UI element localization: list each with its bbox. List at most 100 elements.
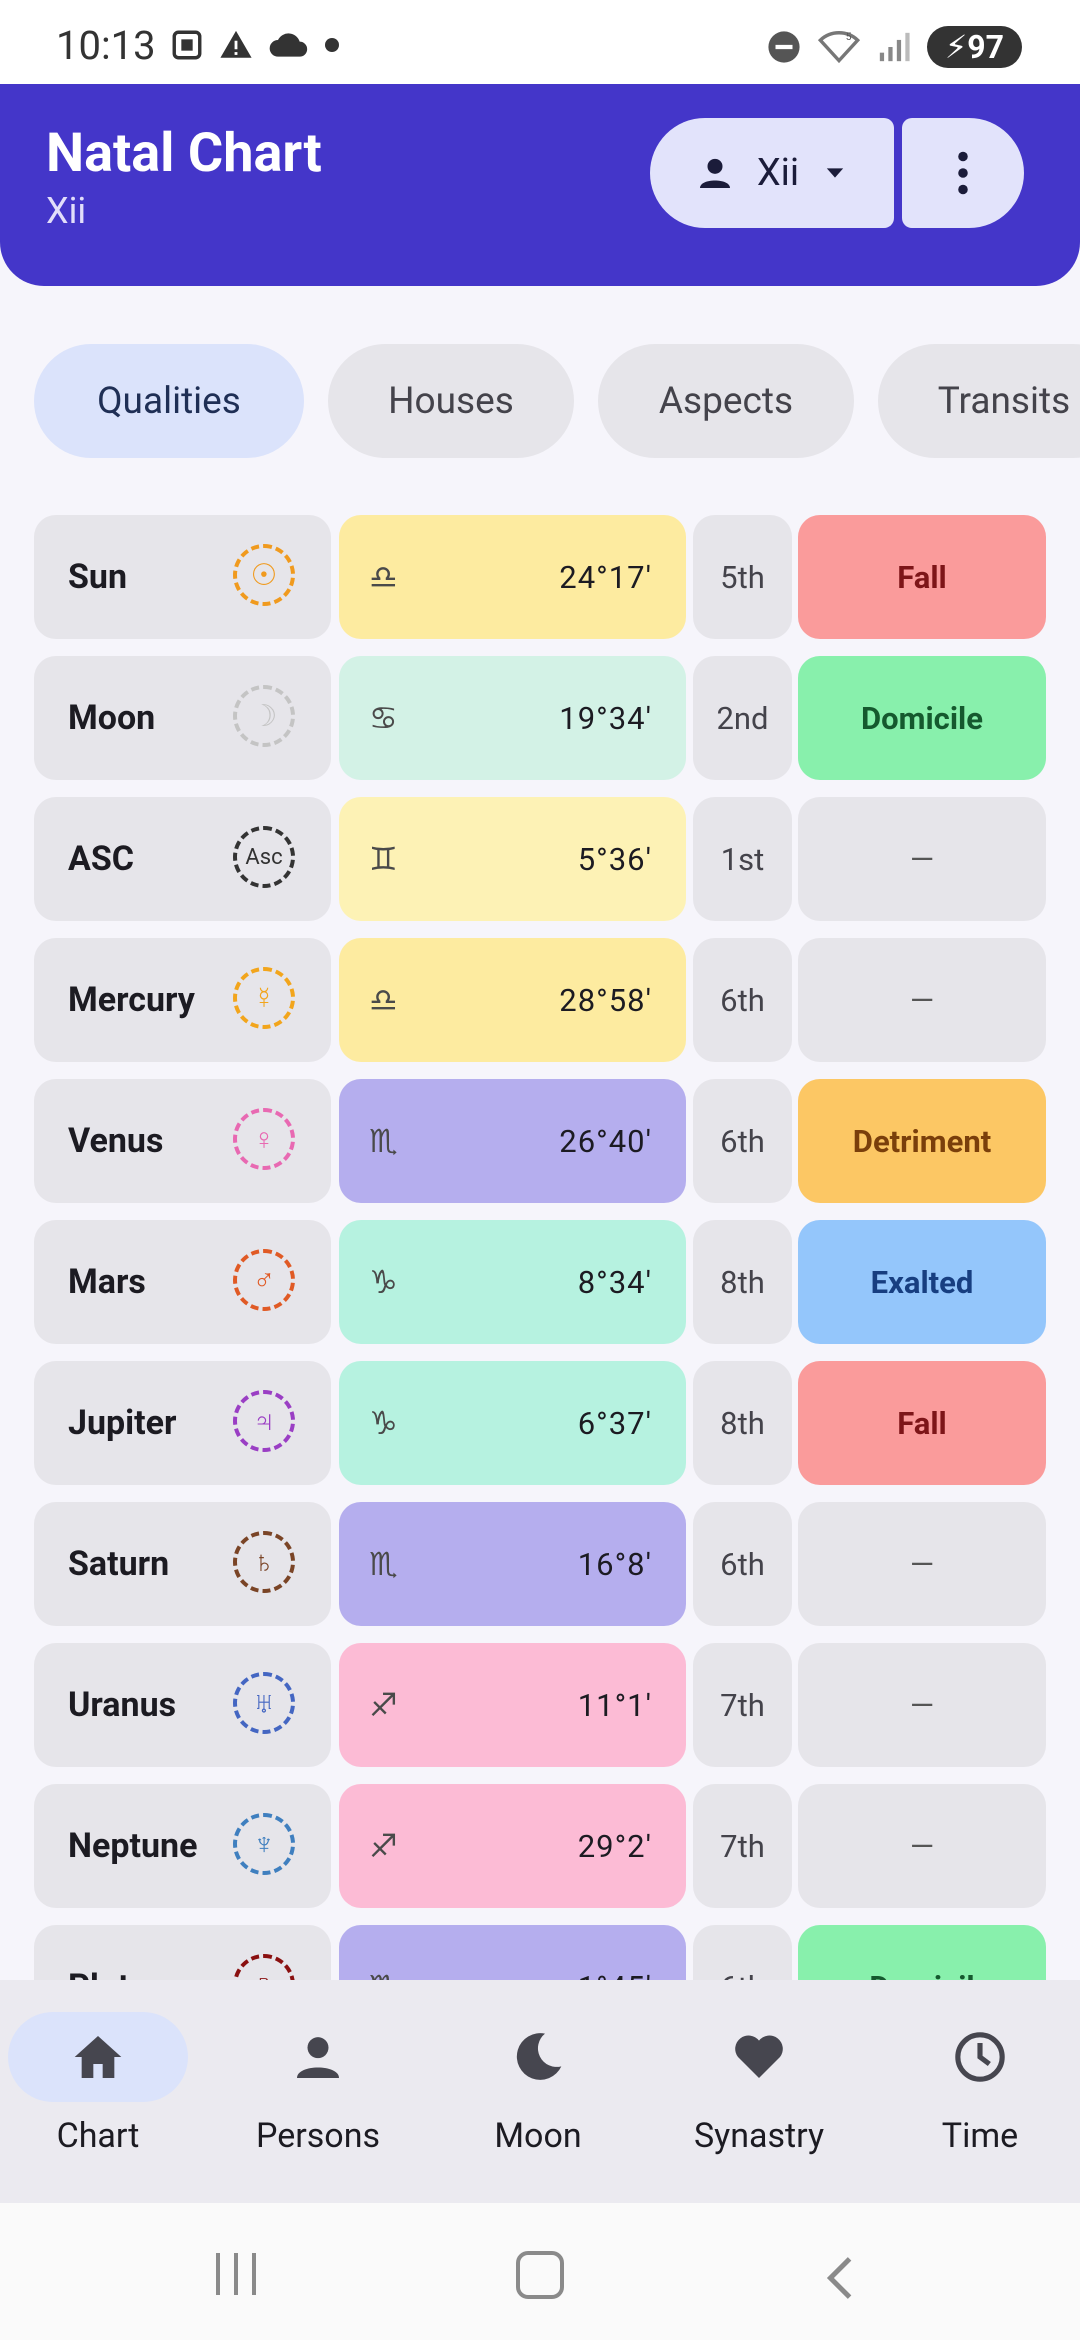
planet-glyph-icon: ♄ [233,1531,295,1593]
planet-cell: Sun ☉ [34,515,331,639]
tab-transits[interactable]: Transits [878,344,1080,458]
planet-row[interactable]: Mars ♂ ♑ 8°34' 8th Exalted [34,1220,1046,1344]
person-icon [297,2037,339,2078]
dignity-badge: Domicile [798,656,1046,780]
planet-name: Neptune [68,1826,198,1866]
house-value: 8th [693,1220,792,1344]
dignity-badge: — [798,1502,1046,1626]
degree-value: 5°36' [577,840,652,878]
planet-glyph-icon: ☽ [233,685,295,747]
clock-icon [955,2032,1005,2082]
sign-cell: ♎ 24°17' [339,515,686,639]
planet-cell: ASC Asc [34,797,331,921]
nav-moon-label: Moon [494,2116,582,2156]
back-icon [826,2257,852,2299]
planet-cell: Mars ♂ [34,1220,331,1344]
zodiac-sign-icon: ♏ [369,1968,398,1980]
planet-row[interactable]: Moon ☽ ♋ 19°34' 2nd Domicile [34,656,1046,780]
zodiac-sign-icon: ♎ [369,558,398,596]
app-header: Natal Chart Xii Xii [0,84,1080,286]
planet-row[interactable]: Saturn ♄ ♏ 16°8' 6th — [34,1502,1046,1626]
planet-row[interactable]: Plut ♇ ♏ 1°45' 6thDomicil [34,1925,1046,1980]
planet-glyph-icon: ♅ [233,1672,295,1734]
tab-houses[interactable]: Houses [328,344,574,458]
tab-qualities[interactable]: Qualities [34,344,304,458]
planet-name: Saturn [68,1544,170,1584]
planet-row[interactable]: Uranus ♅ ♐ 11°1' 7th — [34,1643,1046,1767]
planet-row[interactable]: Sun ☉ ♎ 24°17' 5th Fall [34,515,1046,639]
tab-aspects[interactable]: Aspects [598,344,854,458]
back-button[interactable] [824,2255,856,2305]
dignity-badge: Fall [798,515,1046,639]
cloud-icon [269,33,308,57]
house-value: 8th [693,1361,792,1485]
house-value: 1st [693,797,792,921]
wifi-icon: 5 [817,31,860,64]
heart-icon [735,2035,783,2078]
sign-cell: ♑ 6°37' [339,1361,686,1485]
more-vert-icon [958,151,968,195]
planet-row[interactable]: Mercury ☿ ♎ 28°58' 6th — [34,938,1046,1062]
person-icon [699,158,730,188]
nav-persons[interactable]: Persons [218,2012,418,2156]
degree-value: 11°1' [577,1686,652,1724]
nav-chart-label: Chart [56,2116,140,2156]
sign-cell: ♐ 29°2' [339,1784,686,1908]
house-value: 7th [693,1643,792,1767]
nav-synastry[interactable]: Synastry [659,2012,859,2156]
sign-cell: ♏ 16°8' [339,1502,686,1626]
zodiac-sign-icon: ♑ [369,1263,398,1301]
planet-name: Moon [68,698,156,738]
house-value: 2nd [693,656,792,780]
planet-glyph-icon: ☉ [233,544,295,606]
planet-cell: Jupiter ♃ [34,1361,331,1485]
sign-cell: ♏ 1°45' [339,1925,686,1980]
planet-row[interactable]: ASC Asc ♊ 5°36' 1st — [34,797,1046,921]
nav-moon[interactable]: Moon [438,2012,638,2156]
degree-value: 19°34' [559,699,652,737]
zodiac-sign-icon: ♐ [369,1686,398,1724]
recents-button[interactable] [216,2253,256,2295]
nav-synastry-label: Synastry [693,2116,825,2156]
dignity-badge: — [798,797,1046,921]
degree-value: 16°8' [577,1545,652,1583]
person-selector-button[interactable]: Xii [650,118,894,228]
degree-value: 8°34' [577,1263,652,1301]
home-button[interactable] [516,2251,564,2299]
planet-cell: Plut ♇ [34,1925,331,1980]
planet-glyph-icon: Asc [233,826,295,888]
planet-row[interactable]: Venus ♀ ♏ 26°40' 6th Detriment [34,1079,1046,1203]
sign-cell: ♊ 5°36' [339,797,686,921]
planet-glyph-icon: ♇ [233,1954,295,1980]
planet-glyph-icon: ♂ [233,1249,295,1311]
planet-glyph-icon: ♃ [233,1390,295,1452]
planet-glyph-icon: ♆ [233,1813,295,1875]
planet-row[interactable]: Jupiter ♃ ♑ 6°37' 8th Fall [34,1361,1046,1485]
planet-cell: Venus ♀ [34,1079,331,1203]
planet-cell: Moon ☽ [34,656,331,780]
planet-name: Venus [68,1121,164,1161]
status-time: 10:13 [56,22,156,69]
planet-row[interactable]: Neptune ♆ ♐ 29°2' 7th — [34,1784,1046,1908]
zodiac-sign-icon: ♏ [369,1122,398,1160]
dot-icon [325,38,339,52]
sign-cell: ♐ 11°1' [339,1643,686,1767]
signal-icon [879,32,910,62]
dignity-badge: Detriment [798,1079,1046,1203]
svg-text:5: 5 [846,32,852,43]
degree-value: 26°40' [559,1122,652,1160]
sign-cell: ♑ 8°34' [339,1220,686,1344]
page-title: Natal Chart [46,122,322,185]
alert-icon [220,30,252,58]
planet-cell: Saturn ♄ [34,1502,331,1626]
home-icon [74,2036,122,2078]
dignity-badge: Fall [798,1361,1046,1485]
dignity-badge: Exalted [798,1220,1046,1344]
bottom-navigation: Chart Persons Moon Synastry Time [0,1980,1080,2203]
nav-chart[interactable]: Chart [0,2012,198,2156]
overflow-menu-button[interactable] [902,118,1024,228]
nav-time-label: Time [941,2116,1019,2156]
nav-time[interactable]: Time [880,2012,1080,2156]
dnd-icon [768,31,800,63]
planet-name: Sun [68,557,128,597]
